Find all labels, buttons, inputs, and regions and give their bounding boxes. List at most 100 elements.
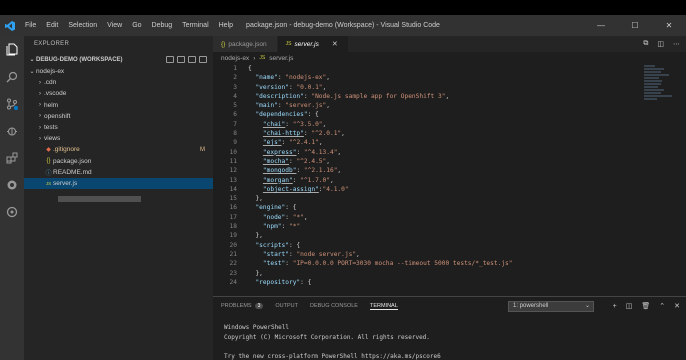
chevron-down-icon: ⌄ xyxy=(29,57,35,63)
new-folder-icon[interactable] xyxy=(177,56,185,63)
split-terminal-icon[interactable]: ◫ xyxy=(626,302,633,310)
breadcrumb: nodejs-ex › JS server.js xyxy=(213,52,686,64)
title-bar: File Edit Selection View Go Debug Terminal Help… xyxy=(0,15,686,36)
more-actions-icon[interactable]: ⋯ xyxy=(673,40,680,48)
line-number: 16 xyxy=(229,204,237,212)
chevron-right-icon: › xyxy=(39,113,41,120)
tree-item[interactable]: › views xyxy=(24,133,213,144)
openshift-icon[interactable] xyxy=(0,198,24,225)
open-changes-icon[interactable]: ⧉ xyxy=(643,40,648,48)
source-control-icon[interactable] xyxy=(0,90,24,117)
tree-item[interactable]: ◆ .gitignore M xyxy=(24,144,213,155)
menu-bar: File Edit Selection View Go Debug Terminal Help xyxy=(20,22,238,29)
code-line: 19 }, xyxy=(213,231,686,240)
code-text: "scripts": { xyxy=(255,241,301,249)
extensions-icon[interactable] xyxy=(0,144,24,171)
menu-item-help[interactable]: Help xyxy=(214,22,238,29)
tree-item-label: tests xyxy=(44,124,58,132)
code-line: 13 "morgan": "^1.7.0", xyxy=(213,176,686,185)
code-text: "main": "server.js", xyxy=(255,102,330,110)
tab-server-js[interactable]: JS server.js ✕ xyxy=(277,36,349,52)
menu-item-selection[interactable]: Selection xyxy=(63,22,102,29)
trash-icon[interactable]: 🗑 xyxy=(641,302,650,310)
menu-item-debug[interactable]: Debug xyxy=(147,22,178,29)
tree-item[interactable]: › openshift xyxy=(24,111,213,122)
panel-tab-label: OUTPUT xyxy=(275,303,298,309)
close-window-button[interactable]: ✕ xyxy=(652,15,686,36)
menu-item-go[interactable]: Go xyxy=(127,22,146,29)
code-line: 7 "chai": "^3.5.0", xyxy=(213,120,686,129)
line-number: 18 xyxy=(229,223,237,231)
new-file-icon[interactable] xyxy=(166,56,174,63)
tab-package-json[interactable]: {} package.json xyxy=(213,36,278,52)
code-text: { xyxy=(248,65,252,72)
menu-item-view[interactable]: View xyxy=(102,22,127,29)
line-number: 10 xyxy=(229,148,237,156)
tree-item[interactable]: ⓘ README.md xyxy=(24,167,213,178)
breadcrumb-folder[interactable]: nodejs-ex xyxy=(221,55,249,62)
code-text: "dependencies": { xyxy=(255,111,319,119)
tree-item[interactable]: {} package.json xyxy=(24,156,213,167)
breadcrumb-file[interactable]: server.js xyxy=(269,55,293,62)
explorer-icon[interactable] xyxy=(0,36,24,63)
bottom-panel: PROBLEMS 3 OUTPUT DEBUG CONSOLE TERMINAL 1: … xyxy=(213,296,686,360)
panel-tab-problems[interactable]: PROBLEMS 3 xyxy=(221,303,264,309)
menu-item-file[interactable]: File xyxy=(20,22,41,29)
close-panel-icon[interactable]: ✕ xyxy=(674,302,680,310)
activity-bar xyxy=(0,36,24,360)
code-line: 24 "repository": { xyxy=(213,278,686,287)
terminal-output[interactable]: Windows PowerShell Copyright (C) Microsof… xyxy=(213,315,686,360)
panel-tab-label: PROBLEMS xyxy=(221,303,252,309)
line-number: 11 xyxy=(229,157,237,165)
code-text: "object-assign":"4.1.0" xyxy=(262,185,349,193)
code-text: "node": "*", xyxy=(262,213,308,221)
breadcrumb-separator: › xyxy=(253,54,256,62)
tree-item[interactable]: › .cdn xyxy=(24,77,213,88)
code-text: "chai": "^3.5.0", xyxy=(262,120,327,128)
add-terminal-icon[interactable]: + xyxy=(613,303,617,310)
refresh-icon[interactable] xyxy=(188,56,196,63)
workspace-header[interactable]: ⌄ DEBUG-DEMO (WORKSPACE) xyxy=(24,53,213,66)
code-editor[interactable]: 1{2 "name": "nodejs-ex", 3 "version": "0.… xyxy=(213,64,686,296)
code-text: }, xyxy=(248,269,263,277)
debug-icon[interactable] xyxy=(0,117,24,144)
code-text: }, xyxy=(248,195,263,203)
tree-item-label: package.json xyxy=(53,157,92,165)
tree-item[interactable]: › tests xyxy=(24,122,213,133)
remote-explorer-icon[interactable] xyxy=(0,171,24,198)
panel-tab-terminal[interactable]: TERMINAL xyxy=(369,303,398,310)
git-file-icon: ◆ xyxy=(46,147,51,154)
code-text: "chai-http": "^2.0.1", xyxy=(262,130,345,138)
workspace-title: DEBUG-DEMO (WORKSPACE) xyxy=(36,56,123,63)
menu-item-edit[interactable]: Edit xyxy=(41,22,63,29)
minimap[interactable] xyxy=(644,64,672,114)
code-line: 8 "chai-http": "^2.0.1", xyxy=(213,129,686,138)
close-icon[interactable]: ✕ xyxy=(332,40,338,48)
line-number: 17 xyxy=(229,213,237,221)
code-line: 9 "ejs": "^2.4.1", xyxy=(213,138,686,147)
split-editor-icon[interactable]: ◫ xyxy=(657,40,664,48)
search-icon[interactable] xyxy=(0,63,24,90)
tree-item[interactable]: JS server.js xyxy=(24,177,213,190)
code-line: 16 "engine": { xyxy=(213,203,686,212)
tree-item[interactable]: › helm xyxy=(24,100,213,111)
chevron-down-icon: ⌄ xyxy=(29,69,35,76)
code-text: "morgan": "^1.7.0", xyxy=(262,176,334,184)
line-number: 2 xyxy=(233,74,237,82)
line-number: 24 xyxy=(229,278,237,286)
tree-item[interactable]: › .vscode xyxy=(24,88,213,99)
chevron-right-icon: › xyxy=(39,124,41,131)
menu-item-terminal[interactable]: Terminal xyxy=(177,22,213,29)
panel-tab-debug-console[interactable]: DEBUG CONSOLE xyxy=(310,303,358,309)
minimize-button[interactable]: — xyxy=(584,15,618,36)
terminal-select[interactable]: 1: powershell ⌄ xyxy=(508,301,594,312)
panel-tab-output[interactable]: OUTPUT xyxy=(275,303,298,309)
tree-item[interactable]: ⌄ nodejs-ex xyxy=(24,66,213,77)
js-file-icon: JS xyxy=(259,55,266,61)
line-number: 12 xyxy=(229,167,237,175)
code-text: "mocha": "^2.4.5", xyxy=(262,157,330,165)
maximize-panel-icon[interactable]: ⌃ xyxy=(659,302,665,310)
collapse-all-icon[interactable] xyxy=(199,56,207,63)
chevron-right-icon: › xyxy=(39,102,41,109)
maximize-button[interactable]: ☐ xyxy=(618,15,652,36)
